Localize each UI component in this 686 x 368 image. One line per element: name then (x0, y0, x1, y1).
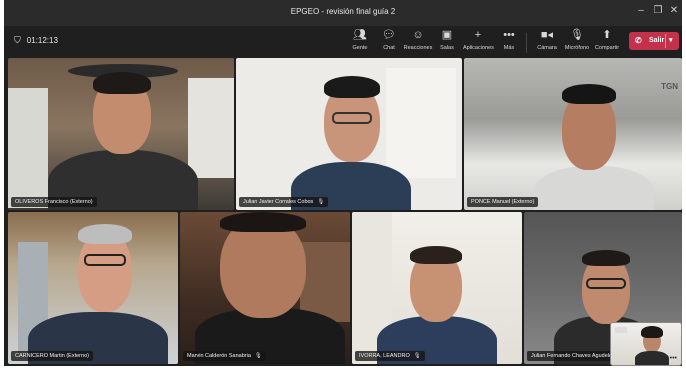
participant-body (534, 166, 654, 210)
background-wall (188, 78, 234, 178)
company-logo: TGN (661, 82, 678, 91)
participant-hair (220, 212, 306, 232)
video-tile[interactable]: OLIVEROS Francisco (Externo) (8, 58, 234, 210)
close-icon[interactable]: ✕ (667, 5, 681, 16)
participant-name-tag: Julian Javier Corrales Cobos 🎙︎ (239, 197, 329, 207)
meeting-toolbar: ⛉ 01:12:13 👥︎ Gente 💬︎ Chat ☺ Reacciones… (4, 26, 682, 58)
chevron-down-icon[interactable]: ▾ (669, 36, 673, 44)
video-tile[interactable]: TGN PONCE Manuel (Externo) (464, 58, 682, 210)
video-tile[interactable]: Julian Javier Corrales Cobos 🎙︎ (236, 58, 462, 210)
chat-icon: 💬︎ (382, 29, 396, 41)
meeting-timer: ⛉ 01:12:13 (14, 35, 58, 46)
more-icon: ••• (503, 29, 515, 41)
camera-button[interactable]: ■◂ Cámara (532, 28, 562, 51)
mic-muted-icon: 🎙︎ (413, 353, 421, 359)
mic-muted-icon: 🎙︎ (254, 353, 262, 359)
rooms-button[interactable]: ▣ Salas (432, 28, 462, 51)
apps-button[interactable]: + Aplicaciones (463, 28, 494, 51)
participant-name-tag: PONCE Manuel (Externo) (467, 197, 539, 207)
more-icon[interactable]: ••• (670, 355, 677, 362)
leave-divider (665, 34, 666, 48)
participant-name-tag: OLIVEROS Francisco (Externo) (11, 197, 97, 207)
participant-hair (641, 326, 663, 338)
leave-button[interactable]: ✆ Salir ▾ (629, 32, 679, 50)
people-icon: 👥︎ (353, 29, 367, 41)
glasses (586, 278, 626, 289)
maximize-icon[interactable]: ❐ (651, 5, 665, 16)
background-wall (386, 68, 456, 178)
self-view-tile[interactable]: ••• (610, 322, 682, 366)
toolbar-divider (526, 33, 527, 53)
people-button[interactable]: 👥︎ Gente (345, 28, 375, 51)
timer-text: 01:12:13 (26, 36, 58, 45)
share-icon: ⬆ (602, 29, 612, 41)
participant-hair (93, 72, 151, 94)
participant-hair (78, 224, 132, 244)
glasses (332, 112, 372, 124)
microphone-button[interactable]: 🎙︎ Micrófono (562, 28, 592, 51)
shield-icon: ⛉ (14, 35, 21, 45)
participant-name-tag: IVORRA, LEANDRO 🎙︎ (355, 351, 425, 361)
teams-meeting-window: EPGEO - revisión final guía 2 – ❐ ✕ ⛉ 01… (4, 0, 682, 366)
share-button[interactable]: ⬆ Compartir (592, 28, 622, 51)
mic-muted-icon: 🎙︎ (317, 199, 325, 205)
video-tile[interactable]: IVORRA, LEANDRO 🎙︎ (352, 212, 522, 364)
participant-name-tag: Marvin Calderón Sanabria 🎙︎ (183, 351, 266, 361)
video-tile[interactable]: Marvin Calderón Sanabria 🎙︎ (180, 212, 350, 364)
apps-icon: + (474, 29, 482, 41)
participant-hair (582, 250, 630, 266)
reactions-icon: ☺ (412, 29, 424, 41)
chat-button[interactable]: 💬︎ Chat (374, 28, 404, 51)
participant-hair (562, 84, 616, 104)
self-view-controls[interactable] (615, 327, 627, 333)
minimize-icon[interactable]: – (634, 5, 648, 16)
title-bar: EPGEO - revisión final guía 2 – ❐ ✕ (4, 0, 682, 26)
camera-icon: ■◂ (540, 29, 554, 41)
participant-hair (324, 76, 380, 98)
microphone-icon: 🎙︎ (570, 29, 584, 41)
participant-hair (410, 246, 462, 264)
window-title: EPGEO - revisión final guía 2 (290, 7, 396, 16)
video-tile[interactable]: CARNICERO Martin (Externo) (8, 212, 178, 364)
glasses (84, 254, 126, 266)
participant-name-tag: CARNICERO Martin (Externo) (11, 351, 93, 361)
reactions-button[interactable]: ☺ Reacciones (403, 28, 433, 51)
more-button[interactable]: ••• Más (494, 28, 524, 51)
rooms-icon: ▣ (441, 29, 453, 41)
participant-body (635, 351, 669, 365)
phone-hangup-icon: ✆ (635, 36, 642, 45)
background-wall (8, 88, 48, 208)
